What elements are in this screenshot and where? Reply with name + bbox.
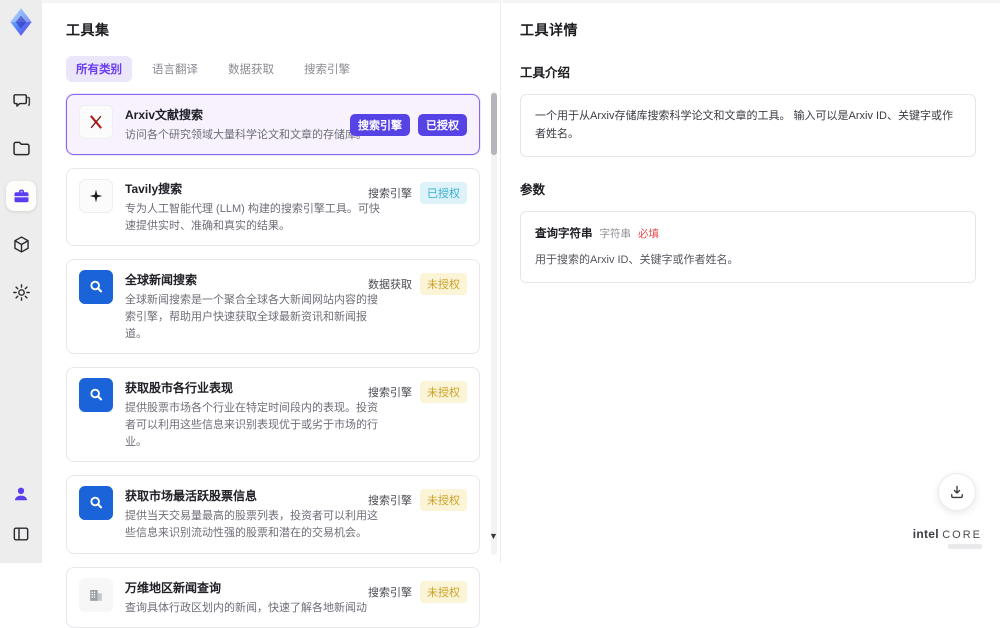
auth-badge: 未授权 bbox=[420, 381, 467, 403]
tool-card-active-stocks[interactable]: 获取市场最活跃股票信息 提供当天交易量最高的股票列表，投资者可以利用这些信息来识… bbox=[66, 475, 480, 553]
arxiv-icon bbox=[79, 105, 113, 139]
list-scrollbar[interactable]: ▼ bbox=[491, 91, 497, 555]
category-label: 搜索引擎 bbox=[368, 584, 412, 600]
tool-name: 获取市场最活跃股票信息 bbox=[125, 487, 381, 504]
download-icon bbox=[948, 483, 966, 501]
param-required-badge: 必填 bbox=[638, 226, 659, 243]
category-tabs: 所有类别 语言翻译 数据获取 搜索引擎 bbox=[66, 56, 478, 82]
scroll-down-icon[interactable]: ▼ bbox=[489, 531, 498, 541]
tool-description: 全球新闻搜索是一个聚合全球各大新闻网站内容的搜索引擎，帮助用户快速获取全球最新资… bbox=[125, 292, 381, 343]
scrollbar-thumb[interactable] bbox=[491, 93, 497, 155]
tool-name: Arxiv文献搜索 bbox=[125, 106, 367, 123]
auth-badge: 未授权 bbox=[420, 581, 467, 603]
intro-heading: 工具介绍 bbox=[520, 62, 976, 81]
page-title: 工具集 bbox=[66, 20, 478, 40]
tool-name: 全球新闻搜索 bbox=[125, 271, 381, 288]
tool-card-arxiv[interactable]: Arxiv文献搜索 访问各个研究领域大量科学论文和文章的存储库。 搜索引擎 已授… bbox=[66, 94, 480, 155]
tool-card-regional-news[interactable]: 万维地区新闻查询 查询具体行政区划内的新闻，快速了解各地新闻动 搜索引擎 未授权 bbox=[66, 567, 480, 628]
auth-badge: 已授权 bbox=[418, 114, 467, 136]
intel-core-logo: intel CORE bbox=[913, 527, 982, 549]
panel-toggle-icon[interactable] bbox=[6, 519, 36, 549]
brand-core: CORE bbox=[942, 529, 982, 541]
params-heading: 参数 bbox=[520, 179, 976, 198]
param-description: 用于搜索的Arxiv ID、关键字或作者姓名。 bbox=[535, 252, 961, 270]
auth-badge: 未授权 bbox=[420, 273, 467, 295]
auth-badge: 未授权 bbox=[420, 489, 467, 511]
icon-rail bbox=[0, 0, 42, 563]
tool-list: Arxiv文献搜索 访问各个研究领域大量科学论文和文章的存储库。 搜索引擎 已授… bbox=[66, 94, 480, 628]
param-name: 查询字符串 bbox=[535, 225, 593, 243]
param-type: 字符串 bbox=[600, 226, 632, 243]
toolbox-icon[interactable] bbox=[6, 181, 36, 211]
param-card: 查询字符串 字符串 必填 用于搜索的Arxiv ID、关键字或作者姓名。 bbox=[520, 211, 976, 283]
download-button[interactable] bbox=[938, 473, 976, 511]
tool-name: 万维地区新闻查询 bbox=[125, 579, 367, 596]
intro-text: 一个用于从Arxiv存储库搜索科学论文和文章的工具。 输入可以是Arxiv ID… bbox=[535, 110, 953, 140]
auth-badge: 已授权 bbox=[420, 182, 467, 204]
tool-card-sector-performance[interactable]: 获取股市各行业表现 提供股票市场各个行业在特定时间段内的表现。投资者可以利用这些… bbox=[66, 367, 480, 462]
tool-description: 提供当天交易量最高的股票列表，投资者可以利用这些信息来识别流动性强的股票和潜在的… bbox=[125, 508, 381, 542]
news-search-icon bbox=[79, 270, 113, 304]
tool-card-global-news[interactable]: 全球新闻搜索 全球新闻搜索是一个聚合全球各大新闻网站内容的搜索引擎，帮助用户快速… bbox=[66, 259, 480, 354]
news-search-icon bbox=[79, 486, 113, 520]
tool-description: 查询具体行政区划内的新闻，快速了解各地新闻动 bbox=[125, 600, 367, 617]
tab-language-translation[interactable]: 语言翻译 bbox=[142, 56, 208, 82]
tool-name: Tavily搜索 bbox=[125, 180, 381, 197]
news-search-icon bbox=[79, 378, 113, 412]
app-logo-icon bbox=[4, 5, 38, 39]
brand-intel: intel bbox=[913, 527, 939, 541]
tool-description: 访问各个研究领域大量科学论文和文章的存储库。 bbox=[125, 127, 367, 144]
category-label: 搜索引擎 bbox=[368, 384, 412, 400]
intro-box: 一个用于从Arxiv存储库搜索科学论文和文章的工具。 输入可以是Arxiv ID… bbox=[520, 94, 976, 157]
detail-title: 工具详情 bbox=[520, 20, 976, 40]
chat-icon[interactable] bbox=[6, 85, 36, 115]
user-icon[interactable] bbox=[6, 479, 36, 509]
tool-list-panel: 工具集 所有类别 语言翻译 数据获取 搜索引擎 Arxiv文献搜索 访问各个研究… bbox=[42, 0, 501, 563]
scrollbar-track[interactable] bbox=[491, 91, 497, 555]
tool-name: 获取股市各行业表现 bbox=[125, 379, 381, 396]
category-label: 搜索引擎 bbox=[368, 185, 412, 201]
folder-icon[interactable] bbox=[6, 133, 36, 163]
tool-detail-panel: 工具详情 工具介绍 一个用于从Arxiv存储库搜索科学论文和文章的工具。 输入可… bbox=[502, 0, 1000, 563]
tab-all-categories[interactable]: 所有类别 bbox=[66, 56, 132, 82]
tool-card-tavily[interactable]: Tavily搜索 专为人工智能代理 (LLM) 构建的搜索引擎工具。可快速提供实… bbox=[66, 168, 480, 246]
tool-description: 提供股票市场各个行业在特定时间段内的表现。投资者可以利用这些信息来识别表现优于或… bbox=[125, 400, 381, 451]
sparkle-icon bbox=[79, 179, 113, 213]
building-news-icon bbox=[79, 578, 113, 612]
tab-data-acquisition[interactable]: 数据获取 bbox=[218, 56, 284, 82]
gear-icon[interactable] bbox=[6, 277, 36, 307]
category-label: 搜索引擎 bbox=[368, 492, 412, 508]
tab-search-engine[interactable]: 搜索引擎 bbox=[294, 56, 360, 82]
category-badge: 搜索引擎 bbox=[350, 114, 410, 136]
brand-sub-mark bbox=[948, 544, 982, 549]
tool-description: 专为人工智能代理 (LLM) 构建的搜索引擎工具。可快速提供实时、准确和真实的结… bbox=[125, 201, 381, 235]
category-label: 数据获取 bbox=[368, 276, 412, 292]
cube-icon[interactable] bbox=[6, 229, 36, 259]
